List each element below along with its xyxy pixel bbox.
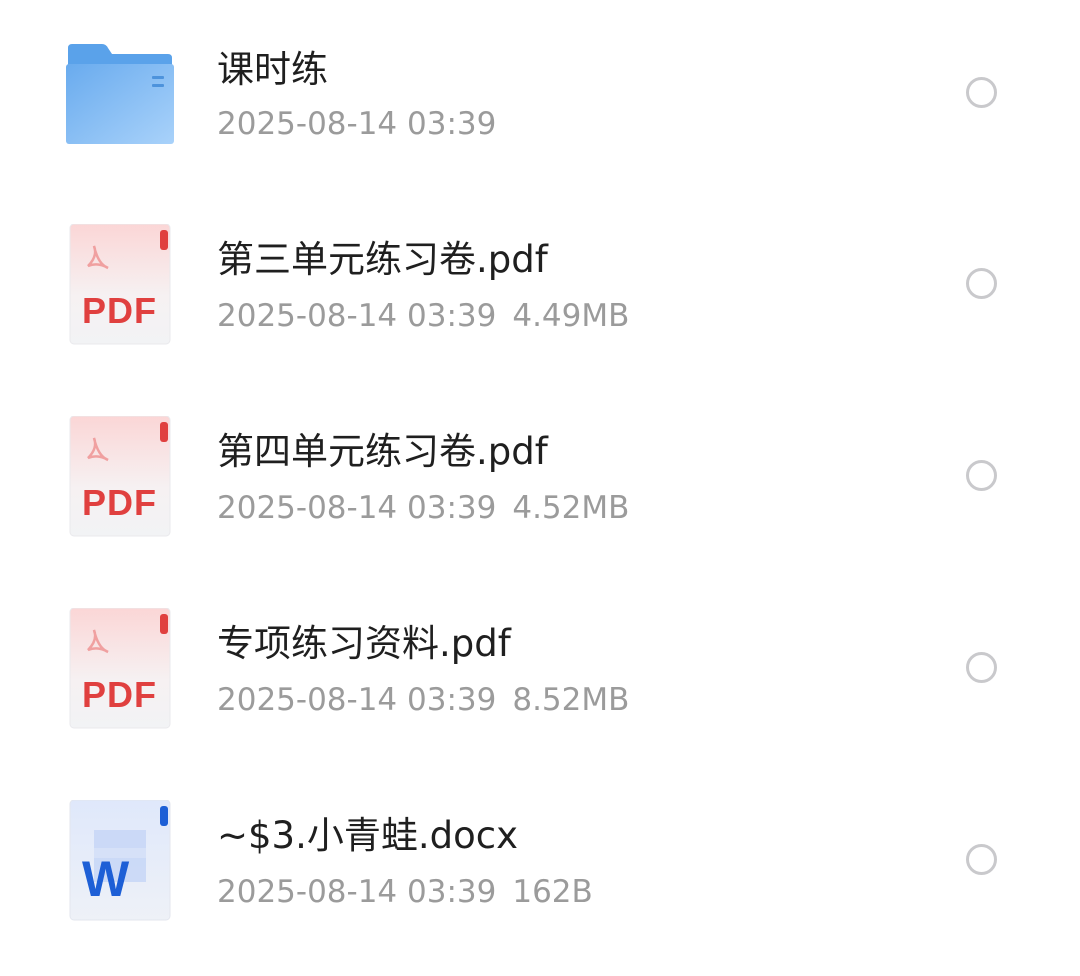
file-name: 课时练 (217, 48, 328, 91)
pdf-icon-label: PDF (82, 290, 157, 331)
select-radio[interactable] (966, 460, 997, 491)
file-name: 第四单元练习卷.pdf (217, 430, 548, 473)
select-radio[interactable] (966, 268, 997, 299)
word-file-icon: W (64, 800, 174, 924)
file-size: 8.52MB (512, 682, 630, 718)
word-icon-label: W (82, 851, 130, 907)
file-row-pdf[interactable]: PDF 第四单元练习卷.pdf 2025-08-14 03:39 4.52MB (0, 416, 1080, 608)
file-row-word[interactable]: W ~$3.小青蛙.docx 2025-08-14 03:39 162B (0, 800, 1080, 976)
file-name: 第三单元练习卷.pdf (217, 238, 548, 281)
pdf-file-icon: PDF (64, 608, 174, 732)
file-list: 课时练 2025-08-14 03:39 PDF 第三单元练习卷.pdf 202… (0, 0, 1080, 976)
select-radio[interactable] (966, 844, 997, 875)
file-date: 2025-08-14 03:39 (217, 874, 497, 910)
folder-icon (64, 44, 174, 168)
file-row-pdf[interactable]: PDF 第三单元练习卷.pdf 2025-08-14 03:39 4.49MB (0, 224, 1080, 416)
pdf-icon-label: PDF (82, 482, 157, 523)
pdf-icon-label: PDF (82, 674, 157, 715)
file-name: 专项练习资料.pdf (217, 622, 511, 665)
file-meta: 2025-08-14 03:39 8.52MB (217, 680, 629, 720)
file-size: 4.52MB (512, 490, 630, 526)
file-meta: 2025-08-14 03:39 4.49MB (217, 296, 629, 336)
file-row-pdf[interactable]: PDF 专项练习资料.pdf 2025-08-14 03:39 8.52MB (0, 608, 1080, 800)
file-date: 2025-08-14 03:39 (217, 682, 497, 718)
file-meta: 2025-08-14 03:39 4.52MB (217, 488, 629, 528)
file-meta: 2025-08-14 03:39 162B (217, 872, 593, 912)
file-date: 2025-08-14 03:39 (217, 106, 497, 142)
pdf-file-icon: PDF (64, 416, 174, 540)
select-radio[interactable] (966, 652, 997, 683)
file-size: 4.49MB (512, 298, 630, 334)
file-size: 162B (512, 874, 593, 910)
file-meta: 2025-08-14 03:39 (217, 104, 496, 144)
select-radio[interactable] (966, 77, 997, 108)
file-name: ~$3.小青蛙.docx (217, 814, 518, 857)
file-row-folder[interactable]: 课时练 2025-08-14 03:39 (0, 44, 1080, 236)
file-date: 2025-08-14 03:39 (217, 490, 497, 526)
pdf-file-icon: PDF (64, 224, 174, 348)
file-date: 2025-08-14 03:39 (217, 298, 497, 334)
